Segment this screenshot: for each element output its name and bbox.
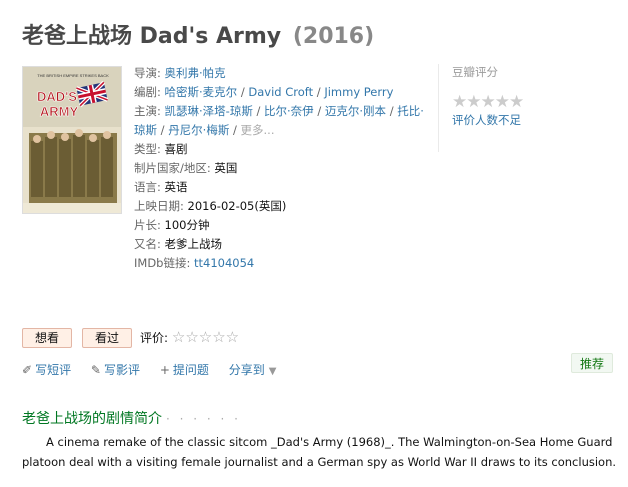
synopsis-heading: 老爸上战场的剧情简介 · · · · · · bbox=[22, 411, 241, 427]
director-link[interactable]: 奥利弗·帕克 bbox=[165, 66, 226, 80]
release-value: 2016-02-05(英国) bbox=[187, 199, 287, 213]
cast-link-5[interactable]: 丹尼尔·梅斯 bbox=[168, 123, 229, 137]
cast-link-1[interactable]: 凯瑟琳·泽塔-琼斯 bbox=[165, 104, 253, 118]
genre-row: 类型: 喜剧 bbox=[134, 142, 188, 156]
country-row: 制片国家/地区: 英国 bbox=[134, 161, 238, 175]
user-rating: 评价: ☆☆☆☆☆ bbox=[140, 328, 239, 347]
cast-link-2[interactable]: 比尔·奈伊 bbox=[264, 104, 314, 118]
rating-not-enough-link[interactable]: 评价人数不足 bbox=[452, 113, 521, 127]
comment-icon: ✐ bbox=[22, 363, 33, 377]
share-action[interactable]: 分享到 ▼ bbox=[229, 361, 277, 378]
heading-dots: · · · · · · bbox=[166, 412, 241, 426]
imdb-row: IMDb链接: tt4104054 bbox=[134, 256, 255, 270]
question-action[interactable]: + 提问题 bbox=[160, 361, 209, 378]
poster-logo-line1: DAD'S bbox=[37, 89, 77, 104]
cast-row: 主演: 凯瑟琳·泽塔-琼斯 / 比尔·奈伊 / 迈克尔·刚本 / 托比·琼斯 /… bbox=[134, 104, 424, 137]
rating-stars-icon: ★★★★★ bbox=[452, 92, 524, 112]
divider bbox=[438, 64, 439, 152]
douban-rating: 豆瓣评分 ★★★★★ 评价人数不足 bbox=[452, 64, 562, 128]
director-row: 导演: 奥利弗·帕克 bbox=[134, 66, 226, 80]
cast-link-3[interactable]: 迈克尔·刚本 bbox=[325, 104, 386, 118]
recommend-button[interactable]: 推荐 bbox=[571, 353, 613, 373]
action-bar: ✐ 写短评 ✎ 写影评 + 提问题 分享到 ▼ bbox=[22, 361, 292, 378]
movie-poster[interactable]: THE BRITISH EMPIRE STRIKES BACK DAD'S AR… bbox=[22, 66, 122, 214]
imdb-link[interactable]: tt4104054 bbox=[194, 256, 254, 270]
poster-tagline: THE BRITISH EMPIRE STRIKES BACK bbox=[37, 73, 109, 78]
writer-link-2[interactable]: David Croft bbox=[248, 85, 313, 99]
plus-icon: + bbox=[159, 363, 170, 377]
aka-row: 又名: 老爹上战场 bbox=[134, 237, 223, 251]
language-row: 语言: 英语 bbox=[134, 180, 188, 194]
rating-title: 豆瓣评分 bbox=[452, 65, 498, 79]
review-action[interactable]: ✎ 写影评 bbox=[91, 361, 140, 378]
writer-link-1[interactable]: 哈密斯·麦克尔 bbox=[165, 85, 238, 99]
country-value: 英国 bbox=[214, 161, 238, 175]
synopsis-text: A cinema remake of the classic sitcom _D… bbox=[22, 435, 617, 469]
writer-link-3[interactable]: Jimmy Perry bbox=[324, 85, 393, 99]
movie-info: 导演: 奥利弗·帕克 编剧: 哈密斯·麦克尔 / David Croft / J… bbox=[134, 64, 434, 273]
page-title: 老爸上战场 Dad's Army (2016) bbox=[22, 18, 374, 50]
genre-value: 喜剧 bbox=[164, 142, 188, 156]
release-row: 上映日期: 2016-02-05(英国) bbox=[134, 199, 287, 213]
language-value: 英语 bbox=[164, 180, 188, 194]
cast-more-link[interactable]: 更多... bbox=[241, 123, 275, 137]
writer-row: 编剧: 哈密斯·麦克尔 / David Croft / Jimmy Perry bbox=[134, 85, 394, 99]
rate-label: 评价: bbox=[140, 331, 169, 345]
movie-year: (2016) bbox=[292, 24, 375, 49]
watched-button[interactable]: 看过 bbox=[82, 328, 132, 348]
aka-value: 老爹上战场 bbox=[164, 237, 223, 251]
chevron-down-icon: ▼ bbox=[268, 366, 277, 377]
runtime-value: 100分钟 bbox=[164, 218, 210, 232]
movie-title: 老爸上战场 Dad's Army bbox=[22, 24, 282, 49]
want-to-watch-button[interactable]: 想看 bbox=[22, 328, 72, 348]
short-review-action[interactable]: ✐ 写短评 bbox=[22, 361, 71, 378]
runtime-row: 片长: 100分钟 bbox=[134, 218, 210, 232]
poster-artwork: THE BRITISH EMPIRE STRIKES BACK DAD'S AR… bbox=[23, 67, 121, 213]
poster-logo-line2: ARMY bbox=[40, 104, 79, 119]
pencil-icon: ✎ bbox=[90, 363, 101, 377]
rate-stars-icon[interactable]: ☆☆☆☆☆ bbox=[172, 328, 239, 346]
